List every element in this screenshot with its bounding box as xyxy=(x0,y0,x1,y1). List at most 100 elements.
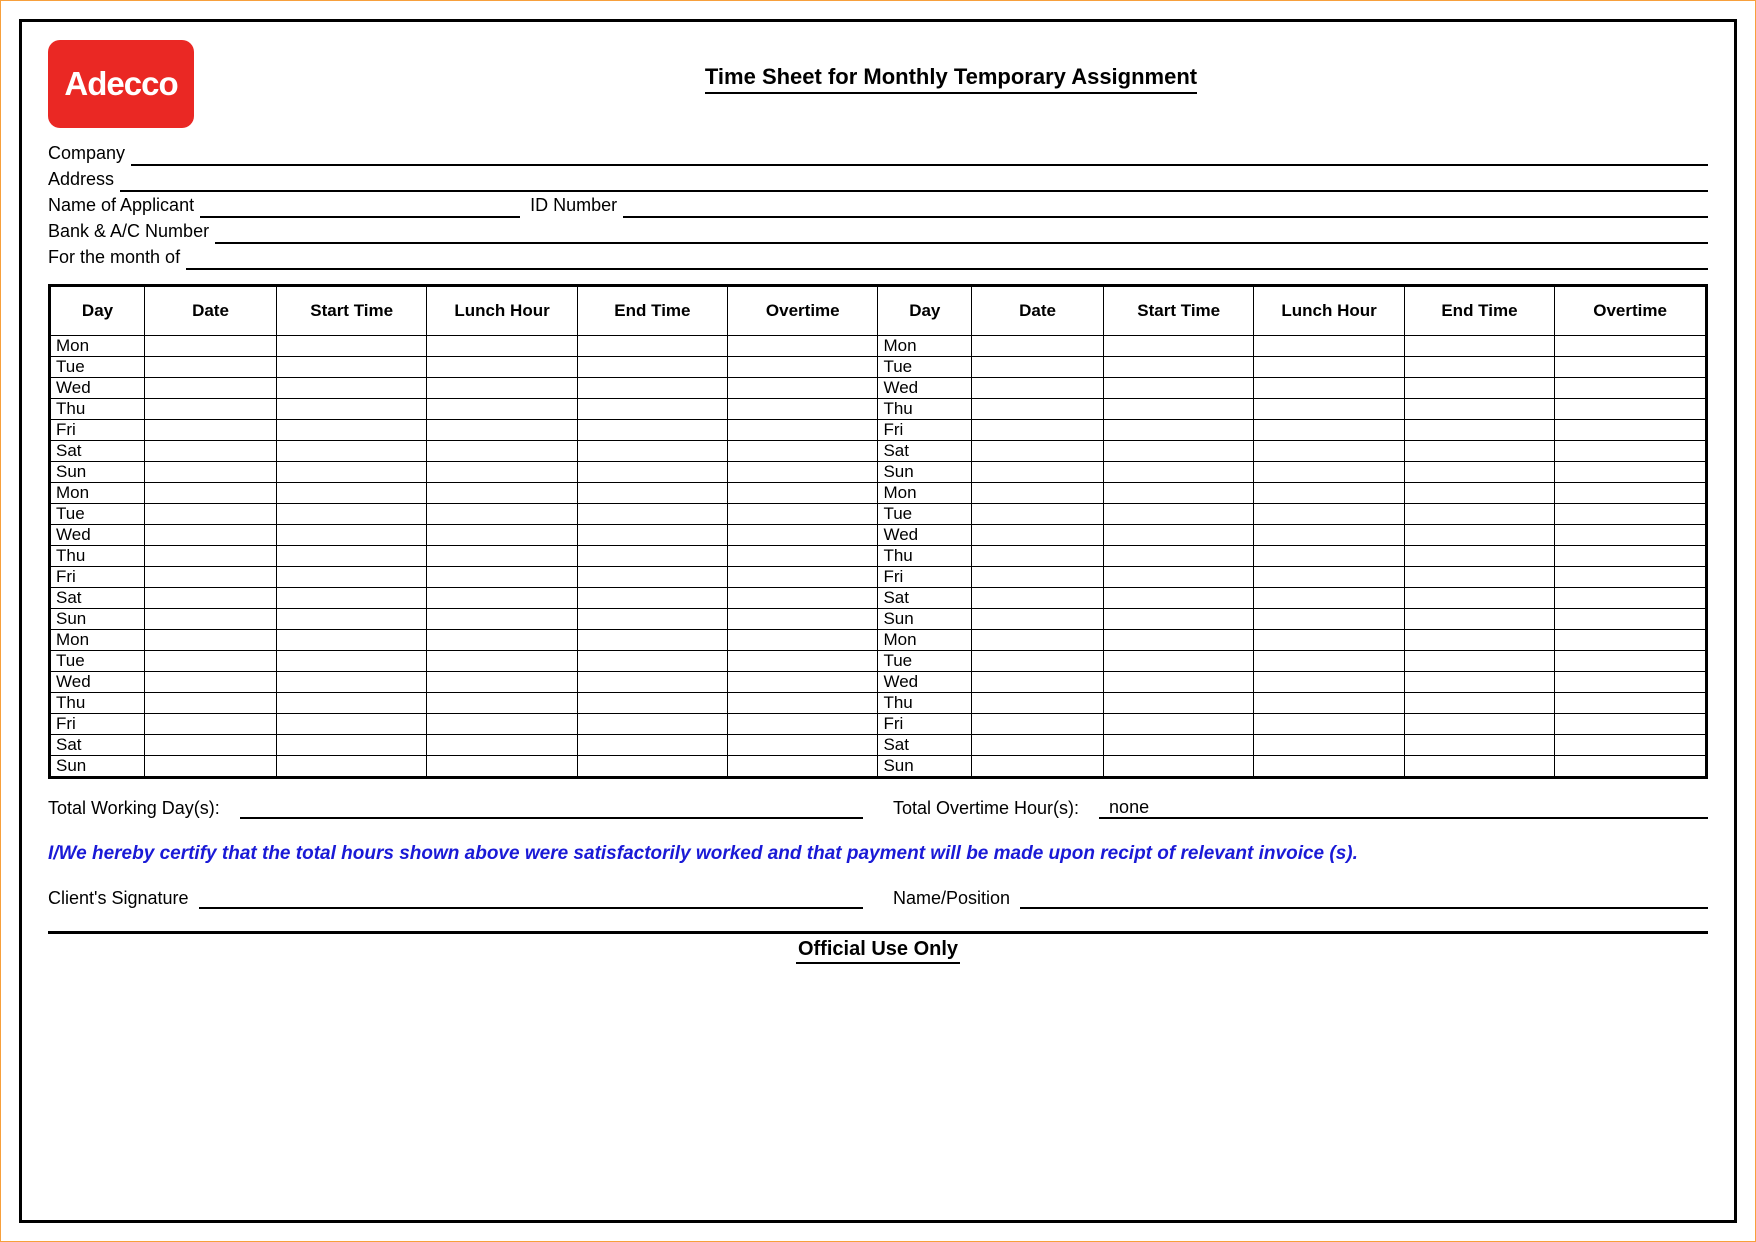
entry-cell[interactable] xyxy=(1404,735,1554,756)
entry-cell[interactable] xyxy=(276,378,426,399)
entry-cell[interactable] xyxy=(1254,693,1404,714)
entry-cell[interactable] xyxy=(145,504,277,525)
entry-cell[interactable] xyxy=(145,756,277,778)
entry-cell[interactable] xyxy=(577,525,727,546)
entry-cell[interactable] xyxy=(972,693,1104,714)
entry-cell[interactable] xyxy=(1555,672,1707,693)
applicant-input[interactable] xyxy=(200,196,520,218)
entry-cell[interactable] xyxy=(972,504,1104,525)
entry-cell[interactable] xyxy=(1555,756,1707,778)
entry-cell[interactable] xyxy=(972,357,1104,378)
entry-cell[interactable] xyxy=(728,399,878,420)
entry-cell[interactable] xyxy=(972,525,1104,546)
entry-cell[interactable] xyxy=(728,693,878,714)
entry-cell[interactable] xyxy=(1404,714,1554,735)
entry-cell[interactable] xyxy=(145,525,277,546)
entry-cell[interactable] xyxy=(1555,609,1707,630)
entry-cell[interactable] xyxy=(1104,735,1254,756)
entry-cell[interactable] xyxy=(1254,378,1404,399)
entry-cell[interactable] xyxy=(577,504,727,525)
entry-cell[interactable] xyxy=(276,420,426,441)
entry-cell[interactable] xyxy=(577,609,727,630)
entry-cell[interactable] xyxy=(145,714,277,735)
entry-cell[interactable] xyxy=(276,567,426,588)
entry-cell[interactable] xyxy=(276,399,426,420)
entry-cell[interactable] xyxy=(1254,525,1404,546)
entry-cell[interactable] xyxy=(972,399,1104,420)
entry-cell[interactable] xyxy=(972,756,1104,778)
entry-cell[interactable] xyxy=(972,462,1104,483)
entry-cell[interactable] xyxy=(1404,378,1554,399)
entry-cell[interactable] xyxy=(728,525,878,546)
entry-cell[interactable] xyxy=(145,357,277,378)
entry-cell[interactable] xyxy=(728,441,878,462)
entry-cell[interactable] xyxy=(1555,504,1707,525)
entry-cell[interactable] xyxy=(1104,651,1254,672)
entry-cell[interactable] xyxy=(1254,672,1404,693)
entry-cell[interactable] xyxy=(1104,420,1254,441)
entry-cell[interactable] xyxy=(1104,483,1254,504)
entry-cell[interactable] xyxy=(1254,483,1404,504)
entry-cell[interactable] xyxy=(1555,525,1707,546)
entry-cell[interactable] xyxy=(1254,462,1404,483)
entry-cell[interactable] xyxy=(1555,462,1707,483)
entry-cell[interactable] xyxy=(427,588,577,609)
entry-cell[interactable] xyxy=(145,651,277,672)
entry-cell[interactable] xyxy=(972,336,1104,357)
entry-cell[interactable] xyxy=(728,714,878,735)
entry-cell[interactable] xyxy=(1555,441,1707,462)
entry-cell[interactable] xyxy=(1104,336,1254,357)
entry-cell[interactable] xyxy=(728,567,878,588)
entry-cell[interactable] xyxy=(1555,357,1707,378)
entry-cell[interactable] xyxy=(972,546,1104,567)
entry-cell[interactable] xyxy=(1404,630,1554,651)
entry-cell[interactable] xyxy=(145,735,277,756)
entry-cell[interactable] xyxy=(1555,693,1707,714)
entry-cell[interactable] xyxy=(972,567,1104,588)
entry-cell[interactable] xyxy=(1555,630,1707,651)
entry-cell[interactable] xyxy=(145,483,277,504)
entry-cell[interactable] xyxy=(728,462,878,483)
bank-input[interactable] xyxy=(215,223,1708,245)
entry-cell[interactable] xyxy=(1404,336,1554,357)
entry-cell[interactable] xyxy=(728,546,878,567)
entry-cell[interactable] xyxy=(145,693,277,714)
entry-cell[interactable] xyxy=(577,357,727,378)
entry-cell[interactable] xyxy=(145,588,277,609)
entry-cell[interactable] xyxy=(1254,399,1404,420)
entry-cell[interactable] xyxy=(1104,462,1254,483)
entry-cell[interactable] xyxy=(427,567,577,588)
entry-cell[interactable] xyxy=(1254,651,1404,672)
entry-cell[interactable] xyxy=(276,714,426,735)
entry-cell[interactable] xyxy=(1104,693,1254,714)
entry-cell[interactable] xyxy=(1555,546,1707,567)
entry-cell[interactable] xyxy=(427,378,577,399)
entry-cell[interactable] xyxy=(972,588,1104,609)
entry-cell[interactable] xyxy=(577,378,727,399)
entry-cell[interactable] xyxy=(276,504,426,525)
entry-cell[interactable] xyxy=(728,336,878,357)
entry-cell[interactable] xyxy=(1104,441,1254,462)
entry-cell[interactable] xyxy=(276,693,426,714)
entry-cell[interactable] xyxy=(427,525,577,546)
entry-cell[interactable] xyxy=(972,609,1104,630)
entry-cell[interactable] xyxy=(276,336,426,357)
company-input[interactable] xyxy=(131,144,1708,166)
entry-cell[interactable] xyxy=(145,399,277,420)
entry-cell[interactable] xyxy=(1254,567,1404,588)
entry-cell[interactable] xyxy=(145,336,277,357)
entry-cell[interactable] xyxy=(1404,609,1554,630)
entry-cell[interactable] xyxy=(427,756,577,778)
entry-cell[interactable] xyxy=(577,546,727,567)
entry-cell[interactable] xyxy=(427,546,577,567)
entry-cell[interactable] xyxy=(276,756,426,778)
entry-cell[interactable] xyxy=(728,672,878,693)
entry-cell[interactable] xyxy=(1104,714,1254,735)
entry-cell[interactable] xyxy=(1404,756,1554,778)
entry-cell[interactable] xyxy=(1555,336,1707,357)
entry-cell[interactable] xyxy=(577,756,727,778)
entry-cell[interactable] xyxy=(276,609,426,630)
entry-cell[interactable] xyxy=(1404,420,1554,441)
entry-cell[interactable] xyxy=(1404,651,1554,672)
entry-cell[interactable] xyxy=(1104,378,1254,399)
